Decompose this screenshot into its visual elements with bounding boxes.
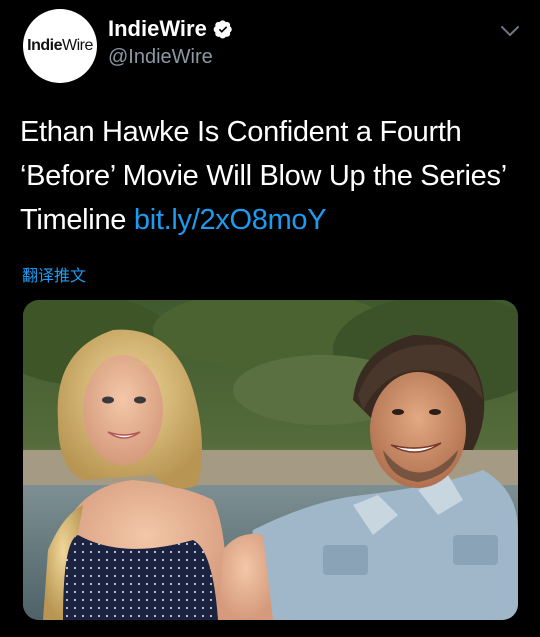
avatar[interactable]: IndieWire xyxy=(23,9,97,83)
tweet-text: Ethan Hawke Is Confident a Fourth ‘Befor… xyxy=(20,110,520,242)
tweet-card: IndieWire IndieWire @IndieWire Ethan Haw… xyxy=(0,0,540,637)
tweet-link[interactable]: bit.ly/2xO8moY xyxy=(134,204,327,236)
verified-badge-icon xyxy=(213,20,232,39)
translate-tweet-link[interactable]: 翻译推文 xyxy=(22,262,86,286)
photo-illustration xyxy=(23,300,518,620)
author-block: IndieWire @IndieWire xyxy=(108,14,233,69)
handle[interactable]: @IndieWire xyxy=(108,46,233,69)
display-name[interactable]: IndieWire xyxy=(108,16,207,42)
display-name-row: IndieWire xyxy=(108,14,233,44)
indiewire-logo: IndieWire xyxy=(27,37,93,55)
chevron-down-icon[interactable] xyxy=(500,24,520,38)
avatar-logo-bold: Indie xyxy=(27,37,62,54)
tweet-media-photo[interactable] xyxy=(23,300,518,620)
avatar-logo-light: Wire xyxy=(61,37,93,54)
